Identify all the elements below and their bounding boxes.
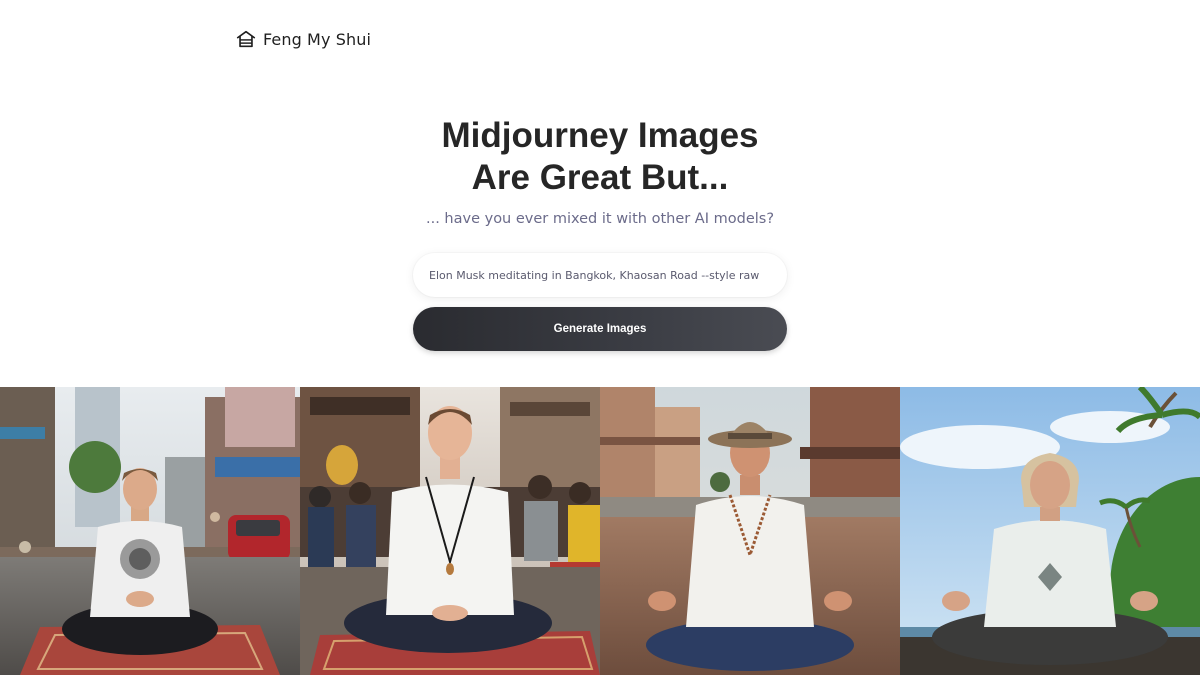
meditating-man-temple-street-image	[300, 387, 600, 675]
image-gallery	[0, 387, 1200, 675]
prompt-input[interactable]	[413, 253, 787, 297]
gallery-item-4[interactable]	[900, 387, 1200, 675]
brand-name: Feng My Shui	[263, 29, 371, 49]
hero-title: Midjourney Images Are Great But...	[0, 115, 1200, 199]
meditating-man-beach-image	[900, 387, 1200, 675]
brand-logo-link[interactable]: Feng My Shui	[235, 28, 371, 50]
page: Feng My Shui Midjourney Images Are Great…	[0, 0, 1200, 675]
hero-section: Midjourney Images Are Great But... ... h…	[0, 115, 1200, 227]
hero-subtitle: ... have you ever mixed it with other AI…	[425, 211, 775, 227]
home-icon	[236, 30, 256, 48]
generate-images-button[interactable]: Generate Images	[413, 307, 787, 351]
meditating-man-cowboy-hat-image	[600, 387, 900, 675]
gallery-item-3[interactable]	[600, 387, 900, 675]
gallery-item-1[interactable]	[0, 387, 300, 675]
meditating-man-street-market-image	[0, 387, 300, 675]
hero-title-line-1: Midjourney Images	[441, 116, 759, 155]
gallery-item-2[interactable]	[300, 387, 600, 675]
hero-title-line-2: Are Great But...	[471, 158, 729, 197]
prompt-field-wrapper	[413, 253, 787, 297]
